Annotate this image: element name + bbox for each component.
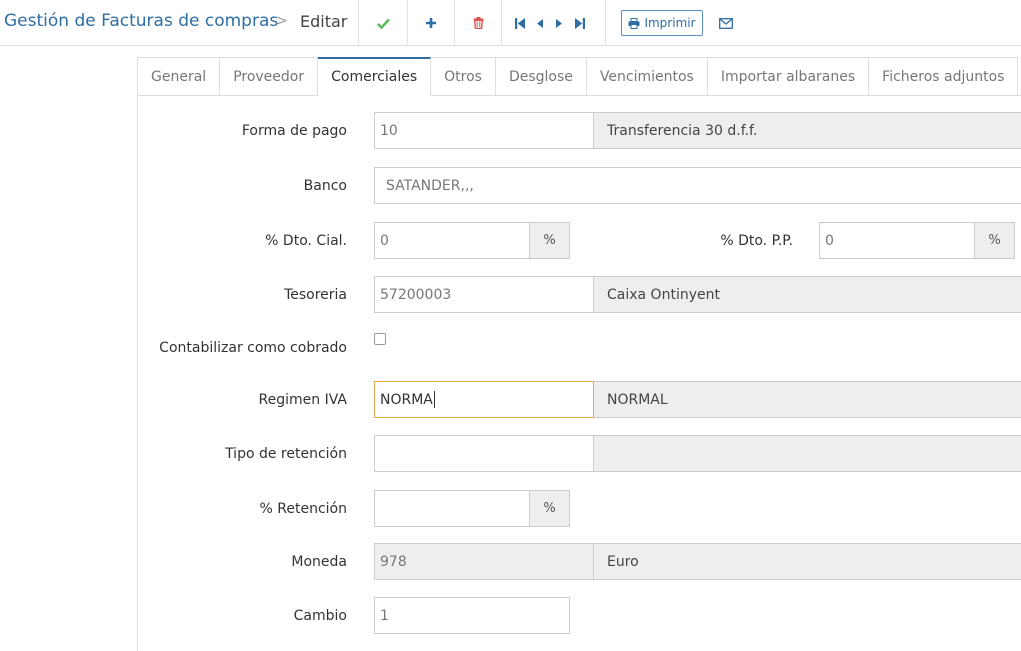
prev-record-button[interactable] bbox=[532, 0, 548, 46]
forma-pago-label: Forma de pago bbox=[241, 123, 347, 139]
tab-vencimientos[interactable]: Vencimientos bbox=[586, 57, 708, 96]
regimen-iva-description: NORMAL bbox=[594, 381, 1021, 418]
first-record-button[interactable] bbox=[510, 0, 530, 46]
tesoreria-description: Caixa Ontinyent bbox=[594, 276, 1021, 313]
contabilizar-label: Contabilizar como cobrado bbox=[159, 340, 347, 356]
dto-pp-percent-addon: % bbox=[975, 222, 1015, 259]
regimen-iva-input[interactable]: NORMA bbox=[374, 381, 594, 418]
moneda-input: 978 bbox=[374, 543, 594, 580]
prev-icon bbox=[537, 18, 543, 28]
add-button[interactable] bbox=[408, 0, 454, 46]
first-icon bbox=[515, 17, 525, 29]
moneda-description: Euro bbox=[594, 543, 1021, 580]
next-icon bbox=[556, 18, 562, 28]
print-button-label: Imprimir bbox=[644, 16, 696, 30]
dto-cial-label: % Dto. Cial. bbox=[265, 233, 347, 249]
dto-cial-percent-addon: % bbox=[530, 222, 570, 259]
tipo-retencion-label: Tipo de retención bbox=[225, 446, 347, 462]
forma-pago-description: Transferencia 30 d.f.f. bbox=[594, 112, 1021, 149]
last-icon bbox=[575, 17, 585, 29]
toolbar-divider bbox=[605, 0, 606, 46]
print-button[interactable]: Imprimir bbox=[621, 10, 703, 36]
banco-label: Banco bbox=[303, 178, 347, 194]
page-title: Gestión de Facturas de compras bbox=[4, 11, 279, 31]
moneda-label: Moneda bbox=[291, 554, 347, 570]
envelope-icon bbox=[719, 17, 733, 29]
tab-ficheros-adjuntos[interactable]: Ficheros adjuntos bbox=[869, 57, 1019, 96]
save-button[interactable] bbox=[359, 0, 407, 46]
contabilizar-checkbox[interactable] bbox=[374, 333, 386, 345]
print-icon bbox=[628, 17, 640, 29]
tab-comerciales[interactable]: Comerciales bbox=[318, 57, 432, 96]
trash-icon bbox=[473, 17, 483, 29]
tipo-retencion-description bbox=[594, 435, 1021, 472]
next-record-button[interactable] bbox=[551, 0, 567, 46]
tesoreria-label: Tesoreria bbox=[284, 287, 347, 303]
breadcrumb-separator: > bbox=[276, 13, 288, 29]
tab-desglose[interactable]: Desglose bbox=[495, 57, 587, 96]
tab-otros[interactable]: Otros bbox=[431, 57, 496, 96]
last-record-button[interactable] bbox=[570, 0, 590, 46]
dto-cial-input[interactable]: 0 bbox=[374, 222, 530, 259]
retencion-label: % Retención bbox=[259, 501, 347, 517]
toolbar-divider bbox=[501, 0, 502, 46]
tab-bar: General Proveedor Comerciales Otros Desg… bbox=[137, 57, 1019, 96]
top-toolbar: Gestión de Facturas de compras > Editar … bbox=[0, 0, 1021, 46]
regimen-iva-label: Regimen IVA bbox=[258, 392, 347, 408]
breadcrumb-current: Editar bbox=[300, 12, 348, 31]
regimen-iva-value: NORMA bbox=[380, 391, 433, 408]
banco-input[interactable]: SATANDER,,, bbox=[374, 167, 1021, 204]
email-button[interactable] bbox=[714, 0, 738, 46]
check-icon bbox=[376, 18, 390, 29]
cambio-input[interactable]: 1 bbox=[374, 597, 570, 634]
tab-proveedor[interactable]: Proveedor bbox=[220, 57, 319, 96]
delete-button[interactable] bbox=[455, 0, 501, 46]
tesoreria-input[interactable]: 57200003 bbox=[374, 276, 594, 313]
cambio-label: Cambio bbox=[293, 608, 347, 624]
forma-pago-input[interactable]: 10 bbox=[374, 112, 594, 149]
retencion-percent-addon: % bbox=[530, 490, 570, 527]
tab-importar-albaranes[interactable]: Importar albaranes bbox=[707, 57, 870, 96]
text-cursor bbox=[433, 391, 435, 408]
retencion-input[interactable] bbox=[374, 490, 530, 527]
tipo-retencion-input[interactable] bbox=[374, 435, 594, 472]
dto-pp-label: % Dto. P.P. bbox=[720, 233, 793, 249]
tab-general[interactable]: General bbox=[137, 57, 221, 96]
plus-icon bbox=[426, 18, 436, 28]
dto-pp-input[interactable]: 0 bbox=[819, 222, 975, 259]
